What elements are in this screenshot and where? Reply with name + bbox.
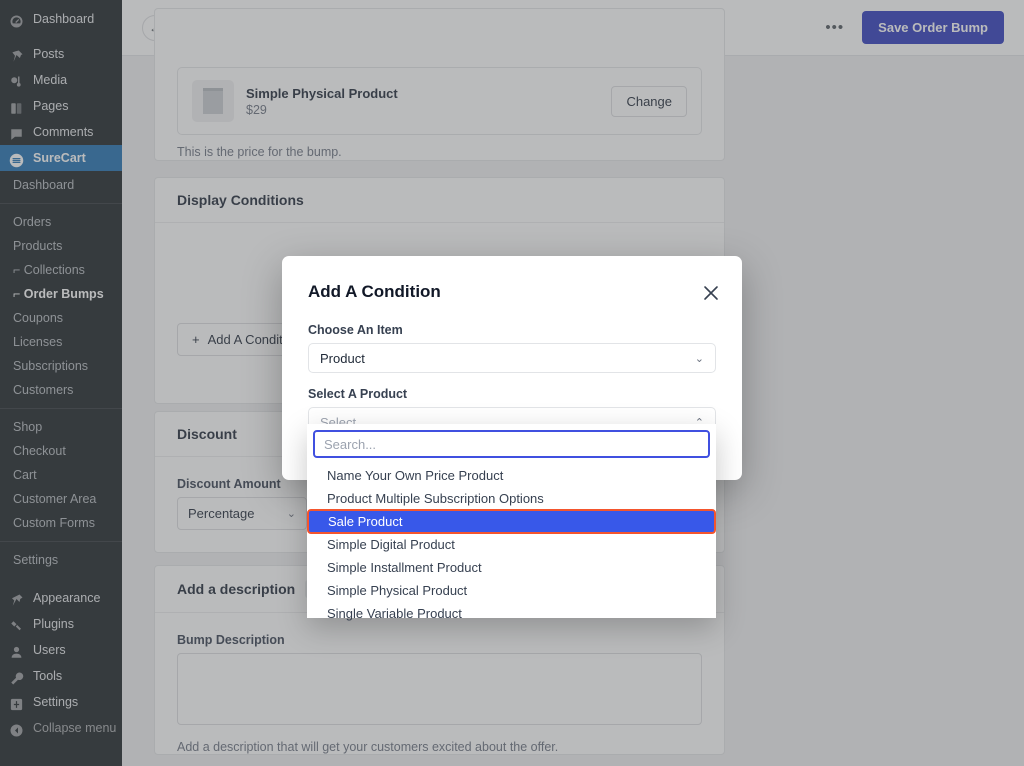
product-options-dropdown: Name Your Own Price Product Product Mult… xyxy=(307,424,716,618)
choose-an-item-label: Choose An Item xyxy=(308,323,716,337)
select-a-product-label: Select A Product xyxy=(308,387,716,401)
screen-root: Dashboard Posts Media Pages Commen xyxy=(0,0,1024,766)
dropdown-option[interactable]: Single Variable Product xyxy=(307,602,716,625)
dropdown-option[interactable]: Simple Digital Product xyxy=(307,533,716,556)
modal-title: Add A Condition xyxy=(308,282,716,302)
choose-an-item-value: Product xyxy=(320,351,365,366)
close-icon[interactable] xyxy=(700,282,722,304)
search-input[interactable] xyxy=(313,430,710,458)
chevron-down-icon: ⌄ xyxy=(695,352,704,365)
dropdown-search-wrapper xyxy=(307,430,716,464)
dropdown-option[interactable]: Simple Installment Product xyxy=(307,556,716,579)
choose-an-item-select[interactable]: Product ⌄ xyxy=(308,343,716,373)
dropdown-option[interactable]: Product Multiple Subscription Options xyxy=(307,487,716,510)
dropdown-option[interactable]: Simple Physical Product xyxy=(307,579,716,602)
dropdown-option-selected[interactable]: Sale Product xyxy=(308,510,715,533)
dropdown-option-list: Name Your Own Price Product Product Mult… xyxy=(307,464,716,625)
dropdown-option[interactable]: Name Your Own Price Product xyxy=(307,464,716,487)
